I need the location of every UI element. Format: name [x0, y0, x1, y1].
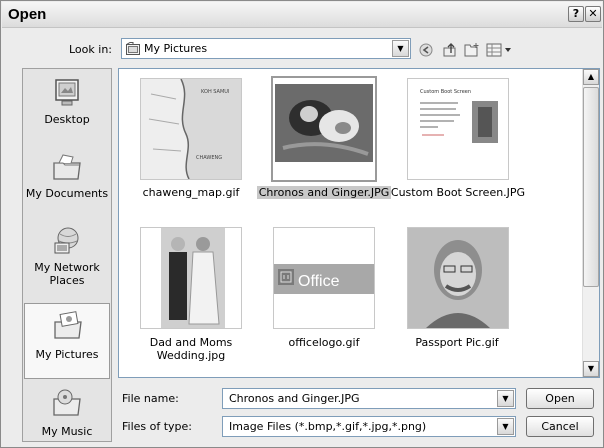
- open-button[interactable]: Open: [526, 388, 594, 409]
- place-my-network-places[interactable]: My Network Places: [24, 219, 110, 293]
- file-name-field-label: File name:: [122, 392, 179, 405]
- thumbnail-custom-boot-screen[interactable]: Custom Boot Screen: [407, 78, 509, 180]
- new-folder-icon[interactable]: [463, 41, 481, 59]
- scroll-thumb[interactable]: [583, 87, 599, 287]
- place-label: My Documents: [25, 187, 109, 200]
- title-bar[interactable]: Open ? ✕: [2, 2, 602, 28]
- desktop-icon: [55, 79, 79, 106]
- my-documents-icon: [53, 154, 81, 180]
- place-my-documents[interactable]: My Documents: [24, 145, 110, 219]
- look-in-label: Look in:: [69, 43, 112, 56]
- file-name-label-selected: Chronos and Ginger.JPG: [256, 186, 392, 199]
- places-bar: Desktop My Documents My Network Places M…: [22, 68, 112, 442]
- thumbnail-chronos-and-ginger[interactable]: [271, 76, 377, 182]
- file-type-dropdown[interactable]: Image Files (*.bmp,*.gif,*.jpg,*.png) ▼: [222, 416, 516, 437]
- thumbnail-chaweng-map[interactable]: KOH SAMUI CHAWENG: [140, 78, 242, 180]
- close-button[interactable]: ✕: [585, 6, 601, 22]
- place-my-music[interactable]: My Music: [24, 381, 110, 441]
- thumbnail-dad-and-moms-wedding[interactable]: [140, 227, 242, 329]
- place-my-pictures[interactable]: My Pictures: [24, 303, 110, 379]
- place-desktop[interactable]: Desktop: [24, 71, 110, 145]
- place-label: Desktop: [44, 113, 90, 126]
- place-label: My Network Places: [34, 261, 100, 287]
- file-type-label: Files of type:: [122, 420, 193, 433]
- vertical-scrollbar[interactable]: ▲ ▼: [582, 69, 599, 377]
- file-name-value: Chronos and Ginger.JPG: [229, 392, 360, 405]
- open-dialog: Open ? ✕ Look in: My Pictures ▼ Desktop …: [0, 0, 604, 448]
- chevron-down-icon[interactable]: ▼: [497, 390, 514, 407]
- place-label: My Pictures: [35, 348, 99, 361]
- doc-thumb-heading: Custom Boot Screen: [420, 89, 471, 95]
- file-name-label: chaweng_map.gif: [142, 186, 240, 199]
- help-button[interactable]: ?: [568, 6, 584, 22]
- thumbnail-officelogo[interactable]: Office: [273, 227, 375, 329]
- file-name-input[interactable]: Chronos and Ginger.JPG ▼: [222, 388, 516, 409]
- look-in-value: My Pictures: [144, 42, 208, 55]
- map-label-top: KOH SAMUI: [201, 89, 229, 95]
- back-icon[interactable]: [417, 41, 435, 59]
- file-name-label: Dad and Moms Wedding.jpg: [149, 336, 233, 362]
- up-folder-icon[interactable]: [441, 41, 459, 59]
- map-label-bottom: CHAWENG: [196, 155, 222, 161]
- view-menu-icon[interactable]: [485, 41, 515, 59]
- office-logo-text: Office: [298, 273, 340, 290]
- file-list[interactable]: KOH SAMUI CHAWENG chaweng_map.gif Chrono…: [118, 68, 600, 378]
- file-name-label: Passport Pic.gif: [415, 336, 499, 349]
- dialog-title: Open: [8, 6, 47, 23]
- file-name-label: officelogo.gif: [288, 336, 360, 349]
- my-pictures-folder-icon: [126, 42, 140, 55]
- look-in-dropdown[interactable]: My Pictures ▼: [121, 38, 411, 59]
- chevron-down-icon[interactable]: ▼: [497, 418, 514, 435]
- cancel-button[interactable]: Cancel: [526, 416, 594, 437]
- thumbnail-passport-pic[interactable]: [407, 227, 509, 329]
- file-name-label: Custom Boot Screen.JPG: [390, 186, 526, 199]
- my-pictures-icon: [54, 311, 82, 339]
- chevron-down-icon[interactable]: ▼: [392, 40, 409, 57]
- place-label: My Music: [41, 425, 93, 438]
- network-icon: [54, 227, 79, 254]
- scroll-up-icon[interactable]: ▲: [583, 69, 599, 85]
- scroll-down-icon[interactable]: ▼: [583, 361, 599, 377]
- my-music-icon: [53, 389, 81, 416]
- file-type-value: Image Files (*.bmp,*.gif,*.jpg,*.png): [229, 420, 427, 433]
